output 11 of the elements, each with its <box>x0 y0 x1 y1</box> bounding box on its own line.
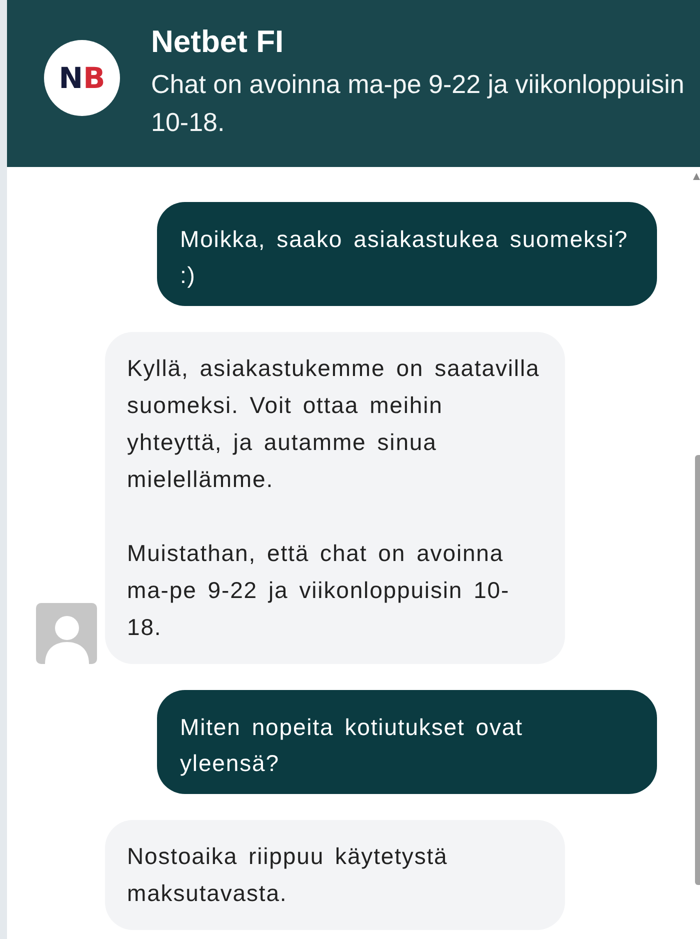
message-text: Moikka, saako asiakastukea suomeksi? :) <box>180 225 630 290</box>
logo-letter: N <box>58 63 84 93</box>
chat-hours-text: Chat on avoinna ma-pe 9-22 ja viikonloppuisin 10-18. <box>151 68 686 139</box>
message-text: Miten nopeita kotiutukset ovat yleensä? <box>180 713 524 778</box>
scrollbar-thumb[interactable] <box>695 455 700 885</box>
message-text: Kyllä, asiakastukemme on saatavilla suomeksi. Voit ottaa meihin yhteyttä, ja autamme sinua mielellämme. <box>127 354 541 494</box>
logo-letter: B <box>83 63 106 93</box>
message-text: Muistathan, että chat on avoinna ma-pe 9-22 ja viikonloppuisin 10-18. <box>127 539 511 642</box>
message-text: Nostoaika riippuu käytetystä maksutavasta. <box>127 842 449 908</box>
chat-title: Netbet FI <box>151 24 285 60</box>
scroll-up-arrow-icon[interactable] <box>693 173 700 180</box>
